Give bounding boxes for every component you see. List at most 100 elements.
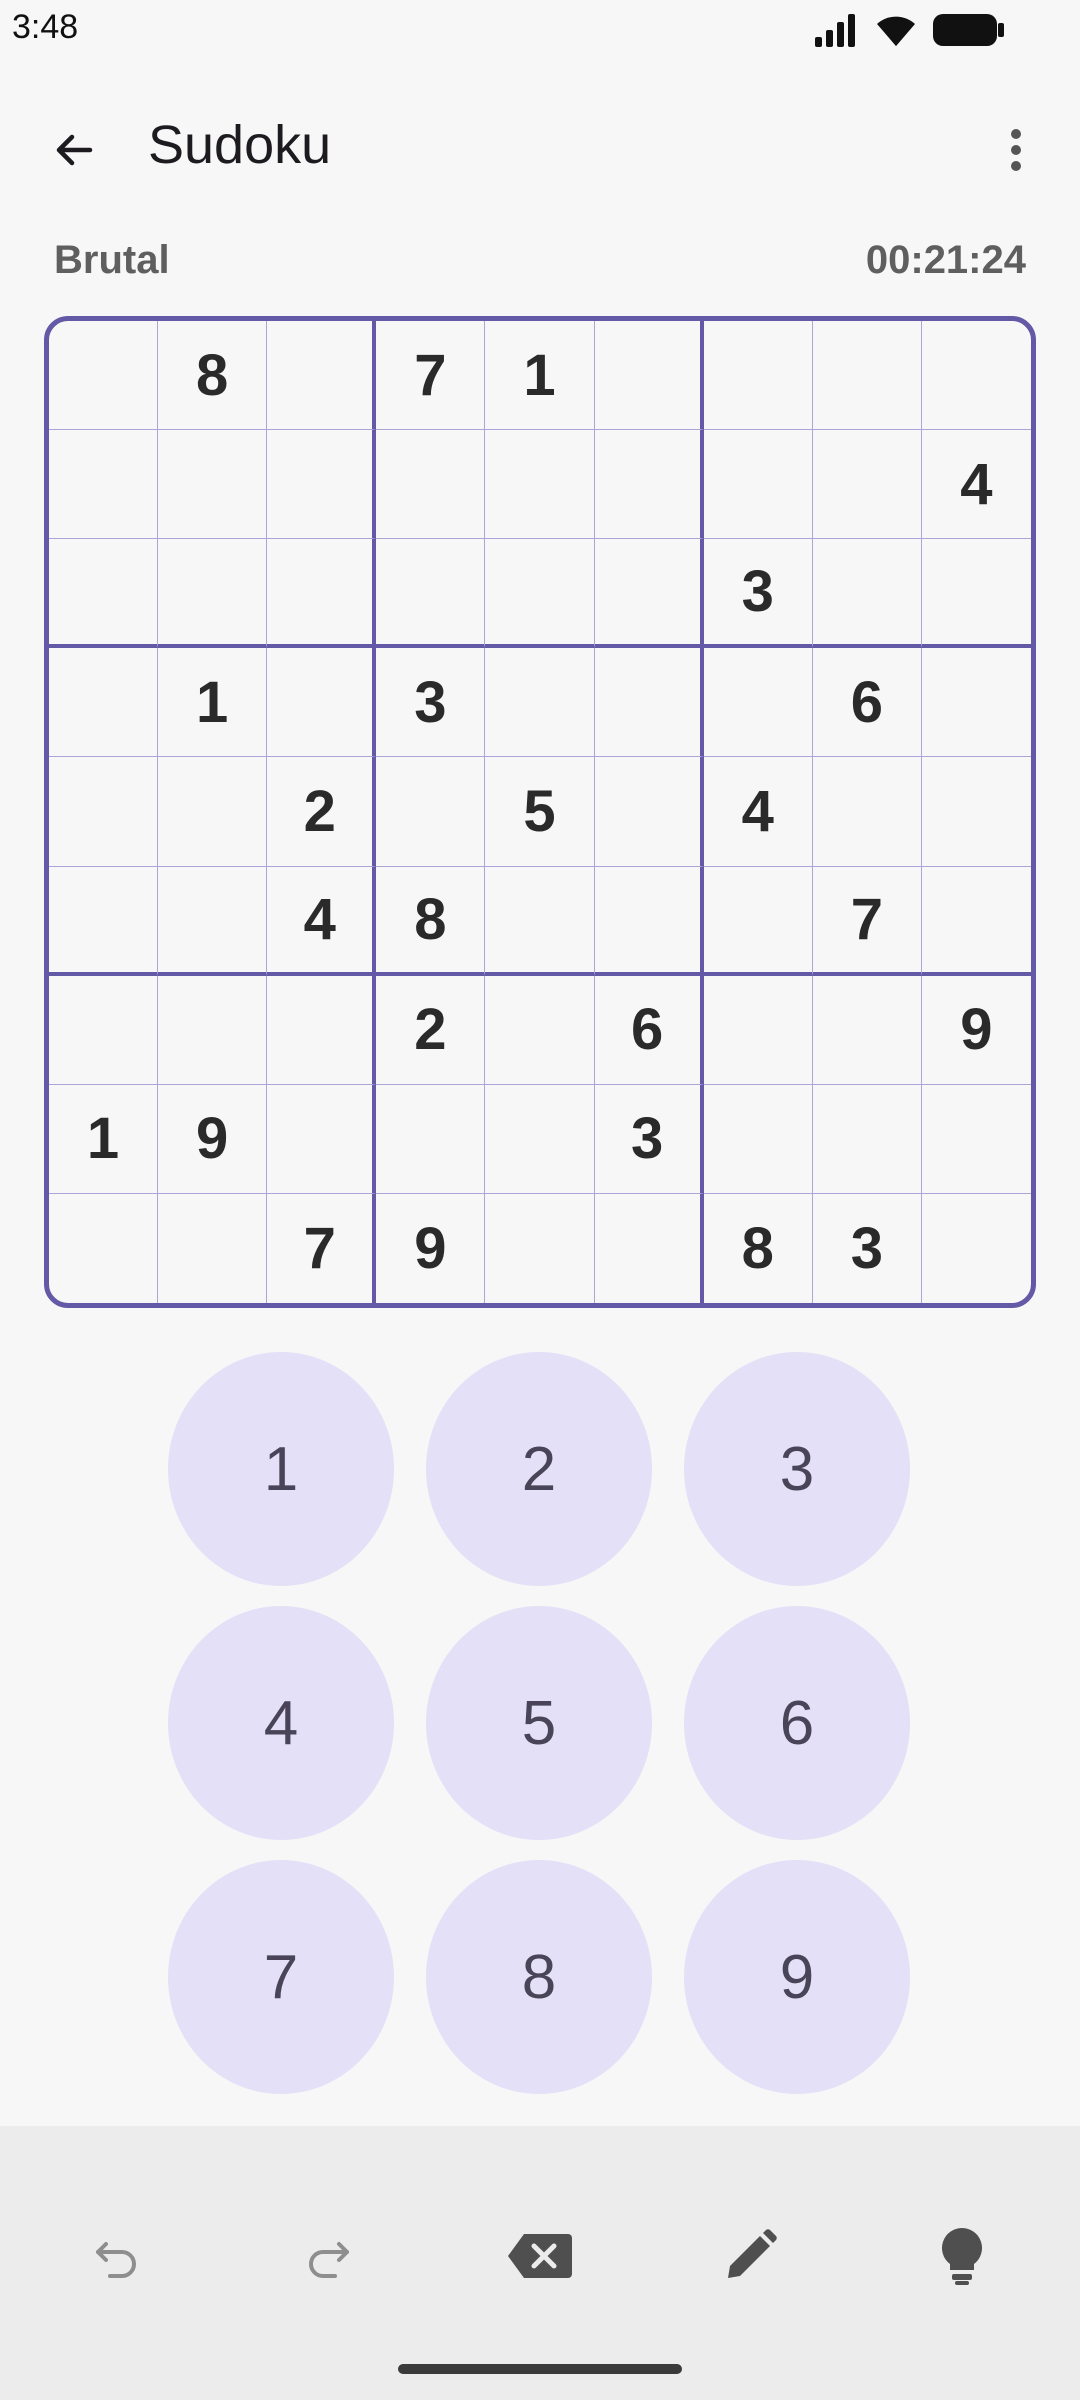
number-key[interactable]: 8 [426,1860,652,2094]
sudoku-cell[interactable] [703,321,813,431]
sudoku-cell[interactable]: 4 [703,757,813,867]
number-key[interactable]: 4 [168,1606,394,1840]
sudoku-cell[interactable] [49,648,159,758]
sudoku-cell[interactable] [703,975,813,1085]
number-key[interactable]: 5 [426,1606,652,1840]
sudoku-cell[interactable]: 1 [49,1084,159,1194]
sudoku-cell[interactable] [485,1084,595,1194]
back-button[interactable] [28,106,120,198]
sudoku-cell[interactable] [158,539,268,649]
number-key[interactable]: 3 [684,1352,910,1586]
sudoku-cell[interactable] [594,539,704,649]
undo-icon [92,2230,144,2287]
sudoku-cell[interactable] [922,1194,1031,1303]
sudoku-cell[interactable] [485,866,595,976]
sudoku-cell[interactable]: 3 [594,1084,704,1194]
sudoku-cell[interactable] [703,1084,813,1194]
sudoku-cell[interactable] [49,539,159,649]
sudoku-cell[interactable] [158,975,268,1085]
sudoku-cell[interactable]: 6 [812,648,922,758]
hint-button[interactable] [914,2210,1010,2306]
sudoku-cell[interactable] [485,648,595,758]
sudoku-cell[interactable] [49,321,159,431]
sudoku-cell[interactable] [49,430,159,540]
sudoku-cell[interactable] [921,648,1031,758]
sudoku-cell[interactable] [921,321,1031,431]
sudoku-cell[interactable] [158,430,268,540]
sudoku-cell[interactable]: 3 [813,1193,922,1303]
redo-button[interactable] [279,2210,375,2306]
sudoku-cell[interactable] [376,430,486,540]
sudoku-cell[interactable]: 7 [812,866,922,976]
sudoku-cell[interactable] [49,1193,159,1303]
sudoku-cell[interactable]: 6 [594,975,704,1085]
sudoku-grid: 871431362544872691937983 [49,321,1031,1303]
sudoku-cell[interactable]: 1 [485,321,595,431]
sudoku-cell[interactable] [921,757,1031,867]
sudoku-cell[interactable]: 8 [376,866,486,976]
sudoku-cell[interactable] [267,430,377,540]
sudoku-cell[interactable]: 1 [158,648,268,758]
sudoku-cell[interactable] [703,430,813,540]
sudoku-cell[interactable] [594,648,704,758]
sudoku-cell[interactable] [485,539,595,649]
sudoku-cell[interactable] [267,1084,377,1194]
sudoku-cell[interactable] [812,430,922,540]
sudoku-cell[interactable] [812,1084,922,1194]
sudoku-cell[interactable]: 2 [267,757,377,867]
sudoku-cell[interactable] [594,430,704,540]
sudoku-cell[interactable] [267,648,377,758]
sudoku-cell[interactable] [921,1085,1031,1194]
sudoku-cell[interactable] [594,321,704,431]
sudoku-cell[interactable] [376,757,486,867]
sudoku-cell[interactable]: 2 [376,975,486,1085]
sudoku-cell[interactable]: 4 [267,866,377,976]
sudoku-cell[interactable] [921,867,1031,976]
sudoku-cell[interactable] [594,757,704,867]
sudoku-cell[interactable] [49,757,159,867]
number-key[interactable]: 1 [168,1352,394,1586]
sudoku-cell[interactable] [921,539,1031,649]
sudoku-cell[interactable]: 7 [267,1193,377,1303]
number-key[interactable]: 9 [684,1860,910,2094]
sudoku-cell[interactable] [812,539,922,649]
sudoku-cell[interactable] [485,1193,595,1303]
sudoku-cell[interactable]: 3 [376,648,486,758]
number-key[interactable]: 7 [168,1860,394,2094]
sudoku-cell[interactable]: 8 [704,1193,813,1303]
sudoku-cell[interactable] [812,757,922,867]
sudoku-cell[interactable] [812,321,922,431]
sudoku-cell[interactable] [49,866,159,976]
sudoku-cell[interactable] [595,1193,704,1303]
home-indicator[interactable] [398,2364,682,2374]
sudoku-cell[interactable]: 9 [921,976,1031,1085]
sudoku-cell[interactable]: 3 [703,539,813,649]
erase-button[interactable] [492,2210,588,2306]
sudoku-cell[interactable] [703,648,813,758]
sudoku-cell[interactable] [485,430,595,540]
sudoku-cell[interactable]: 9 [376,1193,486,1303]
sudoku-cell[interactable] [703,866,813,976]
sudoku-cell[interactable]: 5 [485,757,595,867]
sudoku-cell[interactable] [49,975,159,1085]
more-options-button[interactable] [980,106,1052,198]
sudoku-cell[interactable] [485,975,595,1085]
sudoku-cell[interactable] [267,975,377,1085]
sudoku-cell[interactable] [376,539,486,649]
sudoku-cell[interactable] [376,1084,486,1194]
sudoku-cell[interactable] [267,539,377,649]
sudoku-cell[interactable] [158,866,268,976]
sudoku-cell[interactable] [812,975,922,1085]
number-key[interactable]: 2 [426,1352,652,1586]
notes-button[interactable] [702,2210,798,2306]
number-key[interactable]: 6 [684,1606,910,1840]
undo-button[interactable] [70,2210,166,2306]
sudoku-cell[interactable] [267,321,377,431]
sudoku-cell[interactable]: 4 [921,430,1031,540]
sudoku-cell[interactable]: 8 [158,321,268,431]
sudoku-cell[interactable]: 7 [376,321,486,431]
sudoku-cell[interactable] [594,866,704,976]
sudoku-cell[interactable] [158,1193,268,1303]
sudoku-cell[interactable] [158,757,268,867]
sudoku-cell[interactable]: 9 [158,1084,268,1194]
